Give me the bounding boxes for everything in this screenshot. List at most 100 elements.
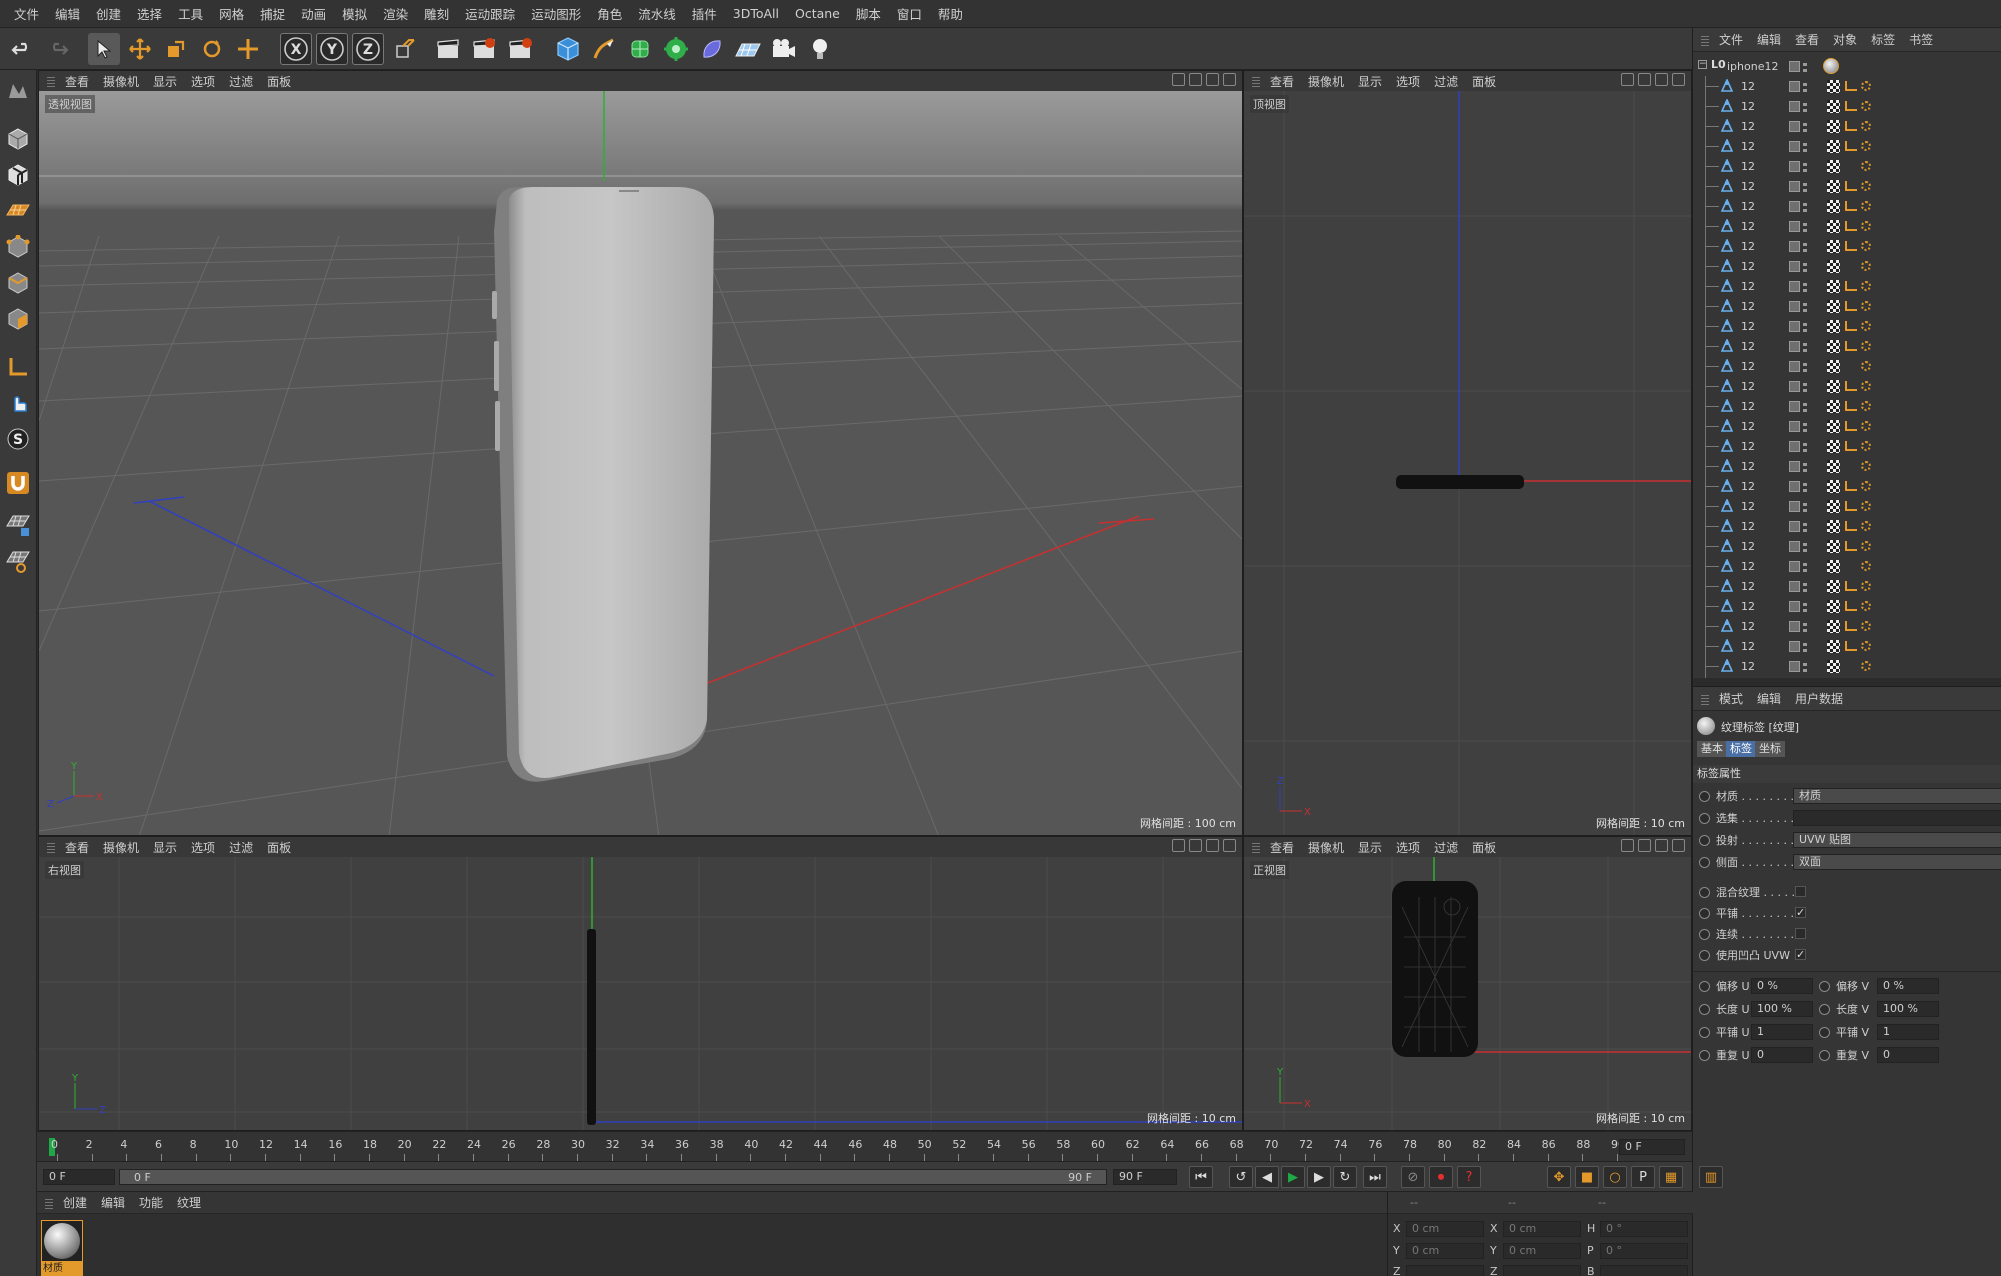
texture-tag-icon[interactable] xyxy=(1827,379,1840,393)
selection-tag-icon[interactable] xyxy=(1861,261,1871,271)
phong-tag-icon[interactable] xyxy=(1845,581,1857,591)
tab-tag[interactable]: 标签 xyxy=(1726,741,1756,757)
object-row[interactable]: 12 xyxy=(1693,76,2001,96)
record-keys-button[interactable]: ⊘ xyxy=(1401,1166,1425,1188)
animate-radio-icon[interactable] xyxy=(1699,907,1710,919)
object-row[interactable]: 12 xyxy=(1693,116,2001,136)
pos-x-field[interactable]: 0 cm xyxy=(1406,1221,1484,1237)
object-name[interactable]: 12 xyxy=(1741,140,1755,153)
object-name[interactable]: 12 xyxy=(1741,560,1755,573)
seamless-checkbox[interactable] xyxy=(1795,928,1806,939)
vp-menu-view[interactable]: 查看 xyxy=(1270,839,1294,856)
animate-radio-icon[interactable] xyxy=(1699,834,1710,846)
visibility-icon[interactable] xyxy=(1789,100,1800,112)
top-scene[interactable]: Z X 顶视图 网格间距 : 10 cm xyxy=(1244,91,1691,835)
animate-radio-icon[interactable] xyxy=(1819,1049,1830,1061)
object-row-root[interactable]: − L0 iphone12 xyxy=(1693,56,2001,76)
repeat-u-field[interactable]: 0 xyxy=(1751,1047,1813,1063)
texture-tag-icon[interactable] xyxy=(1827,619,1840,633)
pos-y-field[interactable]: 0 cm xyxy=(1406,1243,1484,1259)
object-name[interactable]: 12 xyxy=(1741,500,1755,513)
object-name[interactable]: 12 xyxy=(1741,340,1755,353)
phong-tag-icon[interactable] xyxy=(1845,221,1857,231)
texture-tag-icon[interactable] xyxy=(1827,499,1840,513)
visibility-icon[interactable] xyxy=(1789,660,1800,672)
visibility-icon[interactable] xyxy=(1789,560,1800,572)
frame-range-slider[interactable]: 0 F 90 F xyxy=(119,1169,1107,1185)
object-name[interactable]: 12 xyxy=(1741,200,1755,213)
rotate-view-icon[interactable] xyxy=(1655,839,1668,852)
object-row[interactable]: 12 xyxy=(1693,436,2001,456)
key-param-button[interactable]: P xyxy=(1631,1166,1655,1188)
offset-v-field[interactable]: 0 % xyxy=(1877,978,1939,994)
object-row[interactable]: 12 xyxy=(1693,396,2001,416)
tiles-v-field[interactable]: 1 xyxy=(1877,1024,1939,1040)
object-name[interactable]: 12 xyxy=(1741,360,1755,373)
undo-button[interactable] xyxy=(6,33,38,65)
object-row[interactable]: 12 xyxy=(1693,136,2001,156)
vp-menu-camera[interactable]: 摄像机 xyxy=(1308,73,1344,90)
object-name[interactable]: 12 xyxy=(1741,580,1755,593)
om-menu-view[interactable]: 查看 xyxy=(1795,31,1819,48)
selection-tag-icon[interactable] xyxy=(1861,661,1871,671)
visibility-icon[interactable] xyxy=(1789,440,1800,452)
menu-octane[interactable]: Octane xyxy=(787,6,848,21)
object-name[interactable]: 12 xyxy=(1741,660,1755,673)
subdivision-surface-button[interactable] xyxy=(624,33,656,65)
move-tool-button[interactable] xyxy=(124,33,156,65)
edges-mode-button[interactable] xyxy=(3,268,33,298)
visibility-icon[interactable] xyxy=(1789,220,1800,232)
animate-radio-icon[interactable] xyxy=(1699,1049,1710,1061)
material-thumbnail[interactable] xyxy=(41,1220,83,1262)
front-scene[interactable]: Y X 正视图 网格间距 : 10 cm xyxy=(1244,857,1691,1130)
vp-menu-view[interactable]: 查看 xyxy=(65,839,89,856)
phong-tag-icon[interactable] xyxy=(1845,621,1857,631)
selection-tag-icon[interactable] xyxy=(1861,301,1871,311)
render-dots-icon[interactable] xyxy=(1803,360,1807,372)
object-row[interactable]: 12 xyxy=(1693,456,2001,476)
object-name[interactable]: 12 xyxy=(1741,420,1755,433)
texture-tag-icon[interactable] xyxy=(1827,179,1840,193)
tweak-mode-button[interactable] xyxy=(3,388,33,418)
visibility-icon[interactable] xyxy=(1789,60,1800,72)
object-row[interactable]: 12 xyxy=(1693,656,2001,676)
vp-menu-options[interactable]: 选项 xyxy=(191,73,215,90)
om-menu-tags[interactable]: 标签 xyxy=(1871,31,1895,48)
animate-radio-icon[interactable] xyxy=(1699,1026,1710,1038)
menu-help[interactable]: 帮助 xyxy=(930,4,971,23)
selection-tag-icon[interactable] xyxy=(1861,641,1871,651)
phong-tag-icon[interactable] xyxy=(1845,641,1857,651)
selection-tag-icon[interactable] xyxy=(1861,201,1871,211)
render-dots-icon[interactable] xyxy=(1803,400,1807,412)
vp-menu-view[interactable]: 查看 xyxy=(1270,73,1294,90)
texture-tag-icon[interactable] xyxy=(1827,139,1840,153)
side-dropdown[interactable]: 双面 xyxy=(1793,854,2001,870)
vp-menu-display[interactable]: 显示 xyxy=(1358,839,1382,856)
object-row[interactable]: 12 xyxy=(1693,596,2001,616)
phong-tag-icon[interactable] xyxy=(1845,241,1857,251)
material-tag-icon[interactable] xyxy=(1823,58,1839,74)
om-menu-edit[interactable]: 编辑 xyxy=(1757,31,1781,48)
render-dots-icon[interactable] xyxy=(1803,620,1807,632)
menu-file[interactable]: 文件 xyxy=(6,4,47,23)
animate-radio-icon[interactable] xyxy=(1699,980,1710,992)
menu-render[interactable]: 渲染 xyxy=(375,4,416,23)
render-dots-icon[interactable] xyxy=(1803,180,1807,192)
render-dots-icon[interactable] xyxy=(1803,240,1807,252)
texture-tag-icon[interactable] xyxy=(1827,639,1840,653)
object-name[interactable]: 12 xyxy=(1741,80,1755,93)
phong-tag-icon[interactable] xyxy=(1845,281,1857,291)
rotate-tool-button[interactable] xyxy=(196,33,228,65)
render-dots-icon[interactable] xyxy=(1803,140,1807,152)
object-row[interactable]: 12 xyxy=(1693,176,2001,196)
object-name[interactable]: 12 xyxy=(1741,540,1755,553)
zoom-view-icon[interactable] xyxy=(1638,73,1651,86)
visibility-icon[interactable] xyxy=(1789,520,1800,532)
menu-character[interactable]: 角色 xyxy=(589,4,630,23)
texture-tag-icon[interactable] xyxy=(1827,399,1840,413)
material-field[interactable]: 材质 xyxy=(1793,788,2001,804)
next-frame-button[interactable]: ▶ xyxy=(1307,1166,1331,1188)
texture-tag-icon[interactable] xyxy=(1827,279,1840,293)
selection-tag-icon[interactable] xyxy=(1861,621,1871,631)
move-view-icon[interactable] xyxy=(1172,839,1185,852)
